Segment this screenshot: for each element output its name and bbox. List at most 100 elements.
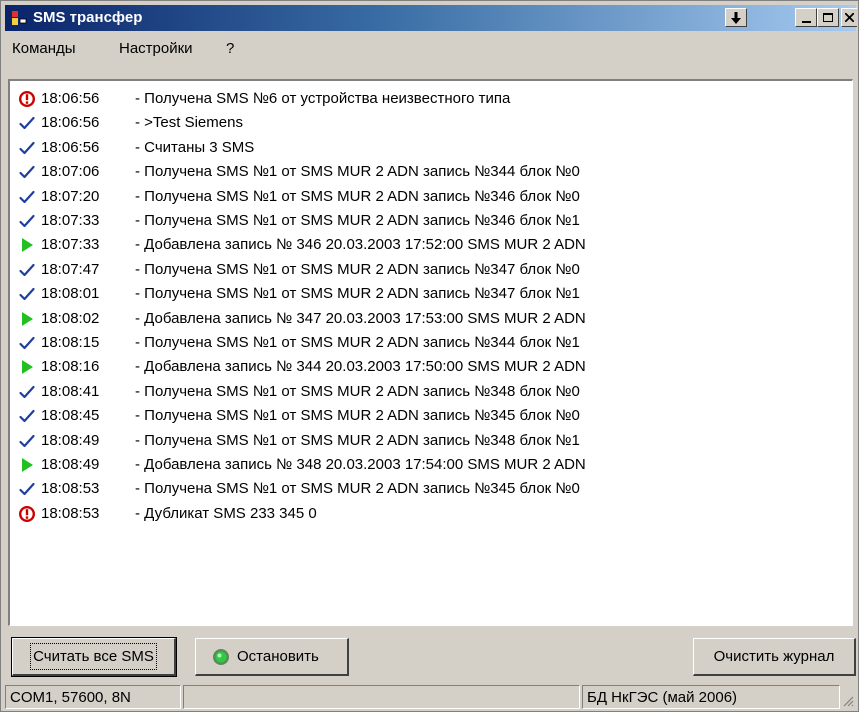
log-message: - Получена SMS №6 от устройства неизвест…	[135, 90, 511, 107]
log-message: - Дубликат SMS 233 345 0	[135, 504, 317, 522]
checkmark-icon	[18, 285, 36, 303]
checkmark-icon	[18, 407, 36, 425]
title-bar[interactable]: SMS трансфер	[5, 5, 857, 31]
log-entry[interactable]: 18:06:56 - Получена SMS №6 от устройства …	[18, 87, 848, 111]
log-entry[interactable]: 18:08:49 - Добавлена запись № 348 20.03.2…	[18, 453, 848, 477]
log-time: 18:08:53	[41, 504, 100, 522]
log-message: - Добавлена запись № 346 20.03.2003 17:5…	[135, 236, 586, 254]
menu-commands[interactable]: Команды	[12, 40, 76, 57]
log-entry[interactable]: 18:07:33 - Добавлена запись № 346 20.03.2…	[18, 233, 848, 257]
window-title: SMS трансфер	[33, 9, 143, 26]
close-icon	[845, 13, 854, 22]
log-entry[interactable]: 18:07:47 - Получена SMS №1 от SMS MUR 2 A…	[18, 258, 848, 282]
log-entry[interactable]: 18:08:16 - Добавлена запись № 344 20.03.2…	[18, 355, 848, 379]
log-time: 18:07:33	[41, 236, 100, 254]
minimize-icon	[801, 20, 811, 23]
menu-settings[interactable]: Настройки	[119, 40, 193, 57]
checkmark-icon	[18, 163, 36, 181]
led-icon	[213, 648, 229, 665]
log-message: - Получена SMS №1 от SMS MUR 2 ADN запис…	[135, 187, 580, 205]
log-entry[interactable]: 18:07:20 - Получена SMS №1 от SMS MUR 2 A…	[18, 185, 848, 209]
log-message: - Добавлена запись № 344 20.03.2003 17:5…	[135, 358, 586, 376]
resize-grip-icon[interactable]	[842, 695, 854, 707]
status-database: БД НкГЭС (май 2006)	[582, 685, 840, 709]
checkmark-icon	[18, 261, 36, 279]
menu-help[interactable]: ?	[226, 40, 234, 57]
log-message: - >Test Siemens	[135, 114, 243, 132]
maximize-button[interactable]	[817, 8, 839, 27]
maximize-icon	[823, 13, 833, 22]
log-message: - Получена SMS №1 от SMS MUR 2 ADN запис…	[135, 407, 580, 425]
log-time: 18:07:20	[41, 187, 100, 205]
checkmark-icon	[18, 139, 36, 157]
checkmark-icon	[18, 212, 36, 230]
log-message: - Добавлена запись № 347 20.03.2003 17:5…	[135, 309, 586, 327]
log-entry[interactable]: 18:06:56 - >Test Siemens	[18, 111, 848, 135]
stop-button[interactable]: Остановить	[195, 638, 349, 676]
checkmark-icon	[18, 334, 36, 352]
log-entry[interactable]: 18:08:41 - Получена SMS №1 от SMS MUR 2 A…	[18, 380, 848, 404]
status-middle	[183, 685, 580, 709]
log-message: - Добавлена запись № 348 20.03.2003 17:5…	[135, 456, 586, 473]
status-port: COM1, 57600, 8N	[5, 685, 181, 709]
log-entry[interactable]: 18:08:15 - Получена SMS №1 от SMS MUR 2 A…	[18, 331, 848, 355]
log-entry[interactable]: 18:08:01 - Получена SMS №1 от SMS MUR 2 A…	[18, 282, 848, 306]
log-message: - Получена SMS №1 от SMS MUR 2 ADN запис…	[135, 480, 580, 498]
log-entry[interactable]: 18:07:33 - Получена SMS №1 от SMS MUR 2 A…	[18, 209, 848, 233]
log-time: 18:08:49	[41, 456, 100, 473]
play-icon	[18, 236, 36, 254]
log-entry[interactable]: 18:08:53 - Получена SMS №1 от SMS MUR 2 A…	[18, 477, 848, 501]
log-message: - Получена SMS №1 от SMS MUR 2 ADN запис…	[135, 382, 580, 400]
error-icon	[18, 505, 36, 523]
error-icon	[18, 90, 36, 108]
log-entry[interactable]: 18:08:45 - Получена SMS №1 от SMS MUR 2 A…	[18, 404, 848, 428]
log-message: - Получена SMS №1 от SMS MUR 2 ADN запис…	[135, 334, 580, 351]
log-time: 18:06:56	[41, 138, 100, 156]
log-message: - Считаны 3 SMS	[135, 138, 255, 156]
log-time: 18:06:56	[41, 90, 100, 107]
log-time: 18:08:01	[41, 285, 100, 303]
log-entry[interactable]: 18:06:56 - Считаны 3 SMS	[18, 136, 848, 160]
log-time: 18:07:33	[41, 212, 100, 229]
log-time: 18:08:16	[41, 358, 100, 376]
log-message: - Получена SMS №1 от SMS MUR 2 ADN запис…	[135, 260, 580, 278]
main-window: SMS трансфер Команды Настройки ? 18:06:5…	[0, 0, 859, 712]
log-entry[interactable]: 18:07:06 - Получена SMS №1 от SMS MUR 2 A…	[18, 160, 848, 184]
log-time: 18:08:41	[41, 382, 100, 400]
stop-label: Остановить	[237, 648, 319, 665]
log-time: 18:08:02	[41, 309, 100, 327]
checkmark-icon	[18, 480, 36, 498]
play-icon	[18, 358, 36, 376]
menu-bar: Команды Настройки ?	[5, 37, 856, 61]
log-message: - Получена SMS №1 от SMS MUR 2 ADN запис…	[135, 212, 580, 229]
log-message: - Получена SMS №1 от SMS MUR 2 ADN запис…	[135, 285, 580, 303]
pin-button[interactable]	[725, 8, 747, 27]
checkmark-icon	[18, 383, 36, 401]
log-time: 18:06:56	[41, 114, 100, 132]
minimize-button[interactable]	[795, 8, 817, 27]
log-time: 18:08:15	[41, 334, 100, 351]
close-button[interactable]	[841, 8, 857, 27]
status-bar: COM1, 57600, 8N БД НкГЭС (май 2006)	[5, 685, 856, 709]
log-time: 18:08:53	[41, 480, 100, 498]
read-all-sms-label: Считать все SMS	[30, 643, 157, 670]
log-list[interactable]: 18:06:56 - Получена SMS №6 от устройства …	[8, 79, 853, 626]
log-entry[interactable]: 18:08:02 - Добавлена запись № 347 20.03.2…	[18, 307, 848, 331]
play-icon	[18, 310, 36, 328]
checkmark-icon	[18, 432, 36, 450]
log-time: 18:08:45	[41, 407, 100, 425]
checkmark-icon	[18, 114, 36, 132]
app-icon	[12, 11, 27, 25]
clear-log-button[interactable]: Очистить журнал	[693, 638, 856, 676]
arrow-down-icon	[731, 11, 741, 24]
log-time: 18:07:47	[41, 260, 100, 278]
log-time: 18:07:06	[41, 163, 100, 181]
checkmark-icon	[18, 188, 36, 206]
log-entry[interactable]: 18:08:49 - Получена SMS №1 от SMS MUR 2 A…	[18, 429, 848, 453]
clear-log-label: Очистить журнал	[713, 648, 835, 665]
log-time: 18:08:49	[41, 431, 100, 449]
log-message: - Получена SMS №1 от SMS MUR 2 ADN запис…	[135, 431, 580, 449]
log-entry[interactable]: 18:08:53 - Дубликат SMS 233 345 0	[18, 502, 848, 526]
log-message: - Получена SMS №1 от SMS MUR 2 ADN запис…	[135, 163, 580, 181]
read-all-sms-button[interactable]: Считать все SMS	[11, 637, 177, 677]
